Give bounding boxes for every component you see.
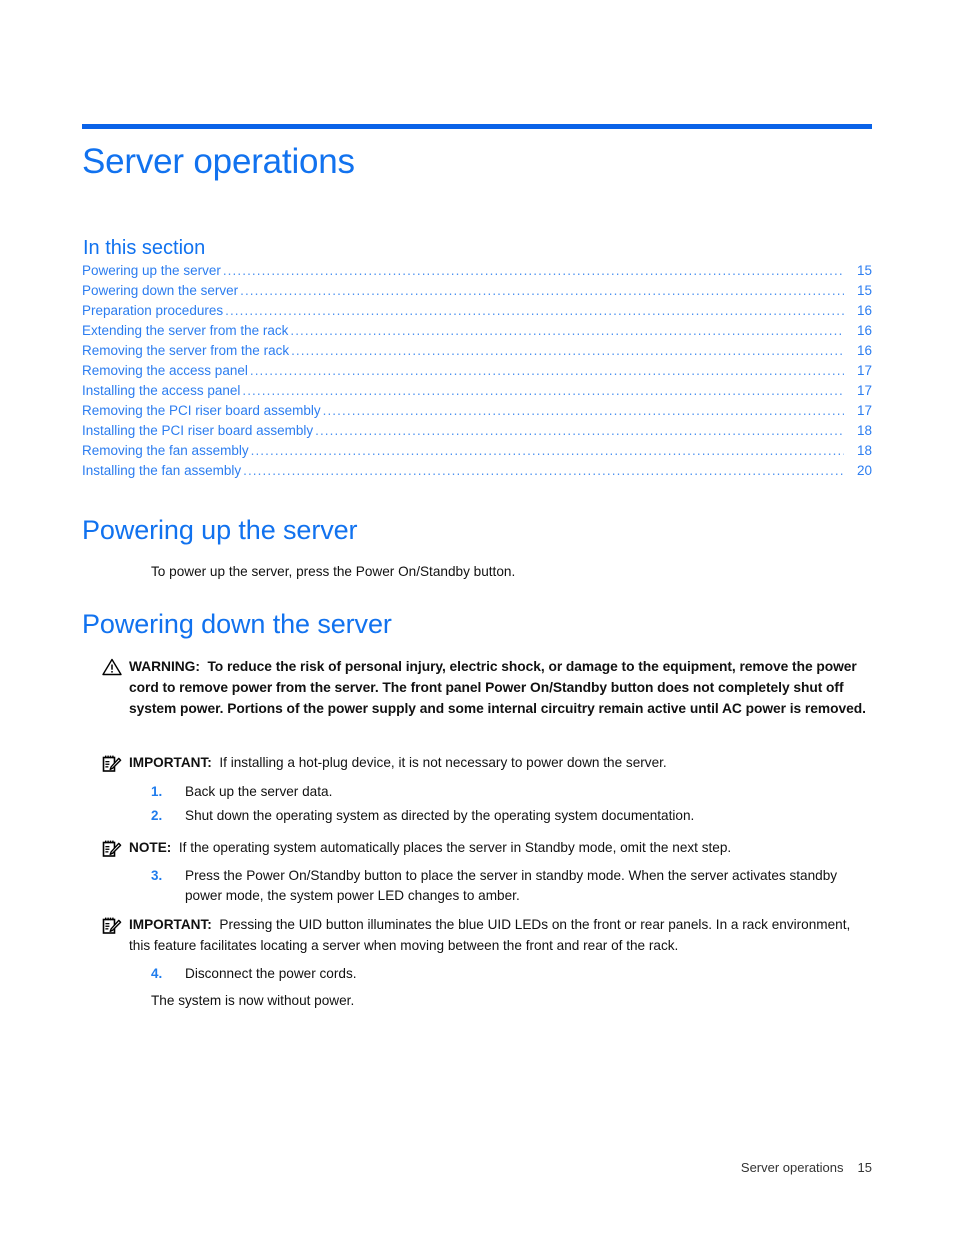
note-text: NOTE: If the operating system automatica… [129,838,874,859]
step-text: Press the Power On/Standby button to pla… [185,868,838,903]
step-number: 3. [151,868,163,883]
toc-entry-page: 16 [856,303,872,318]
toc-entry[interactable]: Removing the PCI riser board assembly ..… [82,403,872,423]
toc-entry[interactable]: Installing the fan assembly ............… [82,463,872,483]
toc-entry[interactable]: Removing the access panel ..............… [82,363,872,383]
note-body: If the operating system automatically pl… [178,840,732,855]
toc-entry-label: Preparation procedures [82,303,224,318]
toc-entry-page: 17 [856,383,872,398]
note-pencil-icon [102,755,124,775]
toc-dot-leader: ........................................… [249,363,844,378]
toc-entry[interactable]: Powering down the server ...............… [82,283,872,303]
warning-notice: WARNING: To reduce the risk of personal … [102,656,874,719]
step-number: 1. [151,784,163,799]
heading-powering-down: Powering down the server [82,609,392,639]
footer-page-number: 15 [857,1160,872,1175]
toc-dot-leader: ........................................… [291,343,844,358]
toc-entry-label: Powering up the server [82,263,221,278]
toc-entry-page: 15 [856,283,872,298]
important-label-2: IMPORTANT: [129,917,212,932]
list-item: 1. Back up the server data. [151,782,871,802]
toc-entry[interactable]: Preparation procedures .................… [82,303,872,323]
toc-dot-leader: ........................................… [222,263,844,278]
toc-dot-leader: ........................................… [243,463,844,478]
toc-dot-leader: ........................................… [225,303,844,318]
toc-entry-page: 16 [856,343,872,358]
toc-entry[interactable]: Powering up the server .................… [82,263,872,283]
step-number: 4. [151,966,163,981]
toc-dot-leader: ........................................… [290,323,844,338]
step-text: Disconnect the power cords. [185,966,357,981]
important-notice-2: IMPORTANT: Pressing the UID button illum… [102,915,874,956]
note-pencil-icon [102,840,124,860]
page-title: Server operations [82,142,355,181]
toc-entry[interactable]: Removing the fan assembly ..............… [82,443,872,463]
toc-entry-label: Powering down the server [82,283,239,298]
chapter-rule [82,124,872,129]
toc-entry-page: 17 [856,363,872,378]
toc-entry[interactable]: Installing the PCI riser board assembly … [82,423,872,443]
toc-dot-leader: ........................................… [315,423,844,438]
toc-entry-label: Removing the server from the rack [82,343,290,358]
important-label-1: IMPORTANT: [129,755,212,770]
toc-entry-label: Installing the fan assembly [82,463,242,478]
important-body-2: Pressing the UID button illuminates the … [129,917,851,953]
footer-title: Server operations [740,1160,844,1175]
list-item: 3. Press the Power On/Standby button to … [151,866,873,906]
toc-entry-label: Removing the access panel [82,363,248,378]
toc-entry[interactable]: Removing the server from the rack ......… [82,343,872,363]
page-footer: Server operations 15 [741,1160,872,1175]
toc-entry-label: Extending the server from the rack [82,323,289,338]
toc-dot-leader: ........................................… [240,283,844,298]
important-body-1: If installing a hot-plug device, it is n… [219,755,667,770]
warning-body: To reduce the risk of personal injury, e… [129,659,866,716]
toc-dot-leader: ........................................… [242,383,844,398]
note-pencil-icon [102,917,124,937]
toc-entry-label: Installing the access panel [82,383,241,398]
warning-text: WARNING: To reduce the risk of personal … [129,656,874,719]
important-notice-1: IMPORTANT: If installing a hot-plug devi… [102,753,874,775]
toc-entry[interactable]: Installing the access panel ............… [82,383,872,403]
toc-dot-leader: ........................................… [250,443,844,458]
warning-label: WARNING: [129,659,200,674]
toc-entry-page: 17 [856,403,872,418]
toc-entry-page: 18 [856,423,872,438]
toc-entry-label: Removing the fan assembly [82,443,249,458]
step-text: Shut down the operating system as direct… [185,808,695,823]
toc-entry-page: 20 [856,463,872,478]
heading-powering-up: Powering up the server [82,515,358,545]
paragraph-system-without-power: The system is now without power. [151,993,355,1008]
important-text-1: IMPORTANT: If installing a hot-plug devi… [129,753,874,774]
important-text-2: IMPORTANT: Pressing the UID button illum… [129,915,874,956]
table-of-contents: Powering up the server .................… [82,263,872,483]
list-item: 2. Shut down the operating system as dir… [151,806,871,826]
list-item: 4. Disconnect the power cords. [151,964,871,984]
toc-entry[interactable]: Extending the server from the rack .....… [82,323,872,343]
note-notice: NOTE: If the operating system automatica… [102,838,874,860]
toc-entry-page: 16 [856,323,872,338]
step-text: Back up the server data. [185,784,333,799]
note-label: NOTE: [129,840,172,855]
toc-entry-page: 15 [856,263,872,278]
toc-dot-leader: ........................................… [322,403,844,418]
step-number: 2. [151,808,163,823]
in-this-section-heading: In this section [83,237,206,259]
toc-entry-label: Installing the PCI riser board assembly [82,423,314,438]
document-page: Server operations In this section Poweri… [0,0,954,1235]
toc-entry-page: 18 [856,443,872,458]
paragraph-powering-up: To power up the server, press the Power … [151,564,516,579]
warning-triangle-icon [102,658,124,678]
toc-entry-label: Removing the PCI riser board assembly [82,403,321,418]
